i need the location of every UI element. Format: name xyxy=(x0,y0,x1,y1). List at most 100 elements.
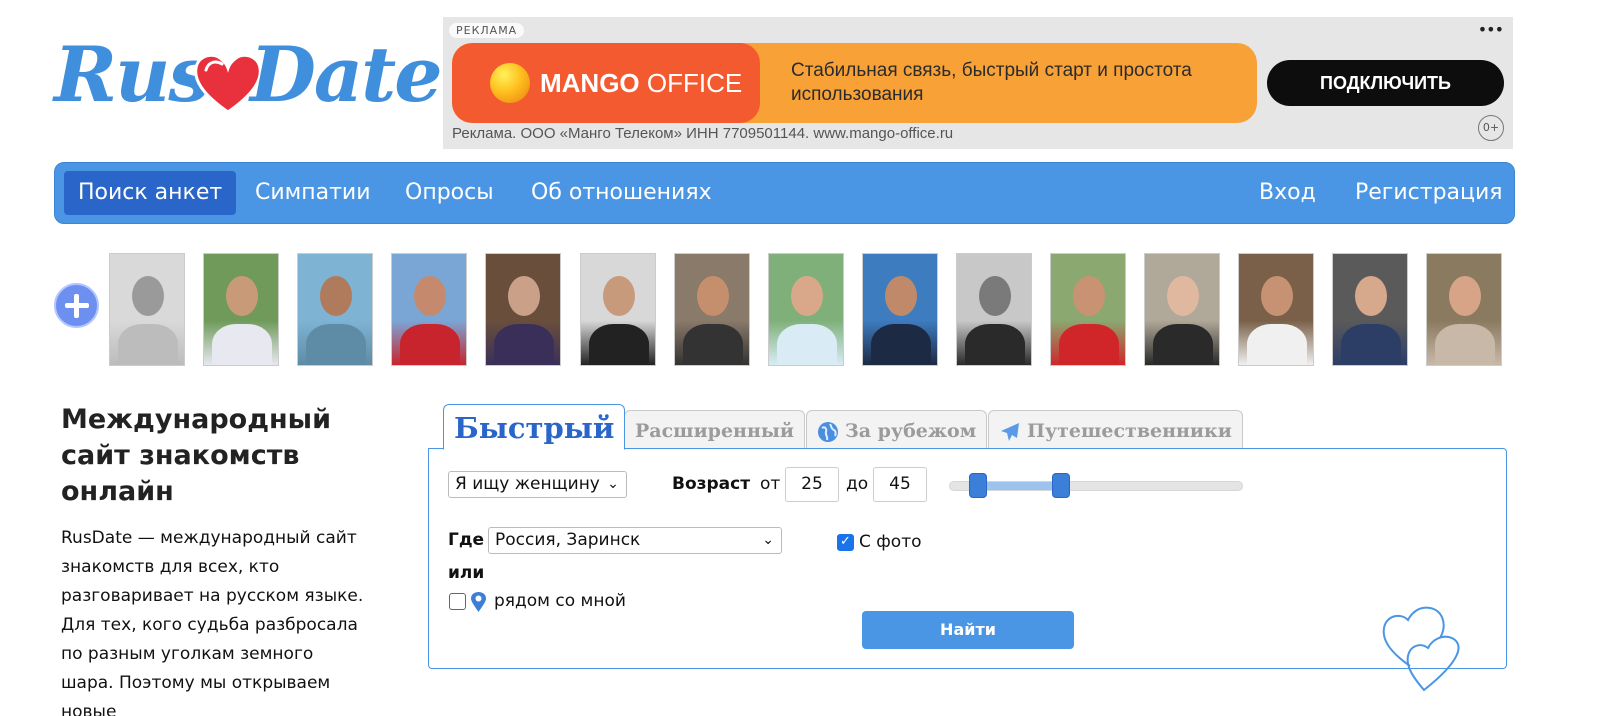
profile-photo-thumbnail[interactable] xyxy=(485,253,561,366)
photo-person-body xyxy=(1153,324,1213,365)
ad-tag: РЕКЛАМА xyxy=(449,23,525,38)
photo-person-body xyxy=(1059,324,1119,365)
nav-polls[interactable]: Опросы xyxy=(391,171,508,215)
profile-photo-thumbnail[interactable] xyxy=(956,253,1032,366)
photo-person-body xyxy=(212,324,272,365)
photo-person-body xyxy=(118,324,178,365)
nearby-checkbox[interactable] xyxy=(449,593,466,610)
photo-person-face xyxy=(791,276,823,316)
tab-travelers[interactable]: Путешественники xyxy=(988,410,1243,450)
age-label: Возраст xyxy=(672,474,751,494)
age-to-input[interactable]: 45 xyxy=(873,467,927,502)
tab-quick[interactable]: Быстрый xyxy=(443,404,626,450)
profile-photo-thumbnail[interactable] xyxy=(580,253,656,366)
age-from-label: от xyxy=(760,474,781,494)
site-logo[interactable]: Rus Date xyxy=(54,30,443,126)
nearby-label: рядом со мной xyxy=(494,591,626,611)
tab-abroad[interactable]: За рубежом xyxy=(806,410,988,450)
photo-person-body xyxy=(965,324,1025,365)
nav-register[interactable]: Регистрация xyxy=(1341,171,1517,215)
ad-connect-button[interactable]: ПОДКЛЮЧИТЬ xyxy=(1267,60,1504,106)
photo-person-body xyxy=(777,324,837,365)
nav-profile-search[interactable]: Поиск анкет xyxy=(64,171,237,215)
looking-for-value: Я ищу женщину xyxy=(455,474,600,494)
main-nav: Поиск анкет Симпатии Опросы Об отношения… xyxy=(54,162,1515,224)
photo-person-face xyxy=(1355,276,1387,316)
ad-brand-name: MANGO OFFICE xyxy=(540,68,743,98)
nav-relationships[interactable]: Об отношениях xyxy=(517,171,726,215)
age-from-input[interactable]: 25 xyxy=(785,467,839,502)
nav-login[interactable]: Вход xyxy=(1245,171,1330,215)
location-pin-icon xyxy=(471,592,486,612)
intro-text: RusDate — международный сайт знакомств д… xyxy=(61,528,364,716)
logo-text-date: Date xyxy=(250,30,443,119)
profile-photo-thumbnail[interactable] xyxy=(1332,253,1408,366)
ad-brand-block: MANGO OFFICE xyxy=(452,43,760,123)
ad-slogan: Стабильная связь, быстрый старт и просто… xyxy=(791,60,1192,105)
or-label: или xyxy=(448,563,485,583)
photo-person-body xyxy=(400,324,460,365)
photo-person-body xyxy=(1247,324,1307,365)
location-select[interactable]: Россия, Заринск ⌄ xyxy=(488,527,782,554)
photo-person-body xyxy=(589,324,649,365)
photo-person-face xyxy=(508,276,540,316)
mango-logo-icon xyxy=(490,63,530,103)
location-value: Россия, Заринск xyxy=(495,530,641,550)
ad-legal-text: Реклама. ООО «Манго Телеком» ИНН 7709501… xyxy=(452,125,954,142)
photo-person-face xyxy=(414,276,446,316)
photo-person-face xyxy=(1167,276,1199,316)
photo-person-body xyxy=(683,324,743,365)
tab-advanced[interactable]: Расширенный xyxy=(624,410,806,450)
globe-icon xyxy=(818,422,838,442)
where-label: Где xyxy=(448,530,485,550)
chevron-down-icon: ⌄ xyxy=(762,532,774,548)
profile-photo-thumbnail[interactable] xyxy=(1426,253,1502,366)
photo-person-face xyxy=(226,276,258,316)
with-photo-checkbox[interactable]: ✓ xyxy=(837,534,854,551)
age-range-slider[interactable] xyxy=(949,481,1243,491)
tab-abroad-label: За рубежом xyxy=(845,420,977,442)
logo-text-rus: Rus xyxy=(54,30,211,119)
profile-photo-thumbnail[interactable] xyxy=(862,253,938,366)
ad-creative[interactable]: MANGO OFFICE Стабильная связь, быстрый с… xyxy=(452,43,1257,123)
profile-photo-thumbnail[interactable] xyxy=(1238,253,1314,366)
profile-photo-thumbnail[interactable] xyxy=(109,253,185,366)
looking-for-select[interactable]: Я ищу женщину ⌄ xyxy=(448,471,627,498)
photo-person-body xyxy=(494,324,554,365)
photo-person-face xyxy=(1261,276,1293,316)
photo-person-face xyxy=(697,276,729,316)
age-range-fill xyxy=(979,482,1061,490)
add-photo-plus-icon[interactable] xyxy=(54,283,99,328)
profile-photo-thumbnail[interactable] xyxy=(768,253,844,366)
ad-banner[interactable]: РЕКЛАМА ••• MANGO OFFICE Стабильная связ… xyxy=(443,17,1513,149)
photo-person-face xyxy=(1073,276,1105,316)
nav-likes[interactable]: Симпатии xyxy=(241,171,385,215)
profile-photo-thumbnail[interactable] xyxy=(391,253,467,366)
age-to-label: до xyxy=(846,474,869,494)
profile-photo-thumbnail[interactable] xyxy=(1050,253,1126,366)
photo-person-face xyxy=(320,276,352,316)
photo-person-body xyxy=(871,324,931,365)
profile-photo-thumbnail[interactable] xyxy=(203,253,279,366)
photo-person-body xyxy=(1435,324,1495,365)
ad-menu-icon[interactable]: ••• xyxy=(1478,20,1504,39)
photo-person-face xyxy=(603,276,635,316)
photo-person-body xyxy=(1341,324,1401,365)
tab-advanced-label: Расширенный xyxy=(635,420,795,442)
plane-icon xyxy=(1001,423,1019,441)
hearts-decoration-icon xyxy=(1382,606,1460,692)
photo-person-body xyxy=(306,324,366,365)
profile-photo-thumbnail[interactable] xyxy=(1144,253,1220,366)
chevron-down-icon: ⌄ xyxy=(607,476,619,492)
age-min-handle[interactable] xyxy=(969,473,987,498)
profile-photo-thumbnail[interactable] xyxy=(297,253,373,366)
profile-photo-thumbnail[interactable] xyxy=(674,253,750,366)
age-max-handle[interactable] xyxy=(1052,473,1070,498)
ad-age-badge: 0+ xyxy=(1478,115,1504,141)
tab-quick-label: Быстрый xyxy=(454,411,615,445)
photo-person-face xyxy=(1449,276,1481,316)
with-photo-label: С фото xyxy=(859,532,922,552)
photo-person-face xyxy=(132,276,164,316)
find-button[interactable]: Найти xyxy=(862,611,1074,649)
intro-title: Международный сайт знакомств онлайн xyxy=(61,404,331,507)
